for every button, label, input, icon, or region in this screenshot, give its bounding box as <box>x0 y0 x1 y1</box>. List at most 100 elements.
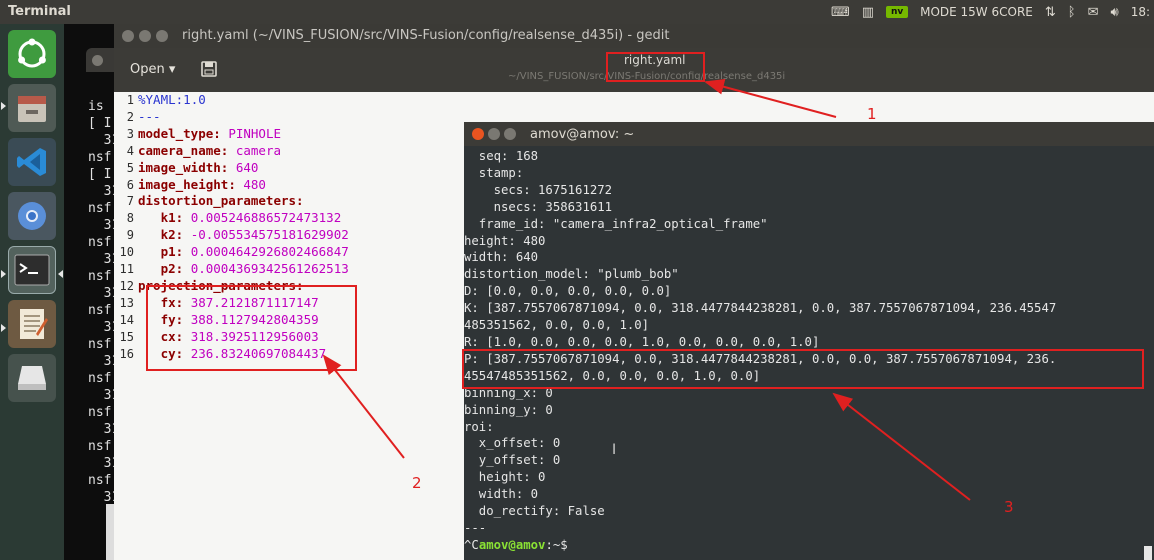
yaml-value: 640 <box>235 159 259 175</box>
open-button[interactable]: Open ▾ <box>124 58 181 82</box>
terminal-line: secs: 1675161272 <box>464 182 613 197</box>
terminal-line: do_rectify: False <box>464 504 605 519</box>
maximize-icon[interactable] <box>156 30 168 42</box>
prompt-interrupt: ^C <box>464 537 479 552</box>
line-number: 2 <box>126 109 134 124</box>
power-mode-indicator[interactable]: MODE 15W 6CORE <box>920 5 1033 19</box>
yaml-separator: : <box>175 227 191 243</box>
annotation-box-1 <box>606 52 705 82</box>
line-number: 10 <box>119 245 134 260</box>
code-line: 10 p1: 0.0004642926802466847 <box>114 244 349 261</box>
line-number: 6 <box>126 177 134 192</box>
prompt-user: amov@amov <box>478 537 546 552</box>
annotation-label-2: 2 <box>412 474 422 492</box>
line-number: 13 <box>119 295 134 310</box>
annotation-box-3 <box>462 349 1144 389</box>
yaml-value: 0.0004642926802466847 <box>190 244 349 260</box>
files-icon[interactable] <box>8 84 56 132</box>
terminal-prompt[interactable]: ^Camov@amov:~$ <box>464 537 1056 554</box>
minimize-icon[interactable] <box>139 30 151 42</box>
terminal-line: stamp: <box>464 165 524 180</box>
yaml-key: p2 <box>138 261 176 277</box>
code-line: 9 k2: -0.005534575181629902 <box>114 227 349 244</box>
network-icon[interactable]: ⇅ <box>1045 5 1056 20</box>
terminal-line: frame_id: "camera_infra2_optical_frame" <box>464 216 768 231</box>
close-icon[interactable] <box>122 30 134 42</box>
code-line: 7 distortion_parameters: <box>114 193 349 210</box>
terminal-window[interactable]: amov@amov: ~ seq: 168 stamp: secs: 16751… <box>464 122 1154 560</box>
terminal-line: nsecs: 358631611 <box>464 199 613 214</box>
code-line: 5 image_width: 640 <box>114 160 349 177</box>
vscode-icon[interactable] <box>8 138 56 186</box>
mail-icon[interactable]: ✉ <box>1088 5 1099 20</box>
line-number: 7 <box>126 194 134 209</box>
bluetooth-icon[interactable]: ᛒ <box>1068 5 1076 20</box>
line-number: 8 <box>126 211 134 226</box>
yaml-key: k1 <box>138 210 176 226</box>
terminal-line: width: 640 <box>464 250 539 265</box>
line-number: 5 <box>126 160 134 175</box>
yaml-separator: : <box>220 142 236 158</box>
yaml-value: 0.0004369342561262513 <box>190 261 349 277</box>
background-terminal-window[interactable]: is[ I 31 nsf[ I 31 nsf 31 nsf 31 nsf 31 nsf 3… <box>64 24 119 560</box>
yaml-value: PINHOLE <box>228 125 282 141</box>
monitor-icon[interactable]: ▥ <box>862 5 874 20</box>
line-number: 15 <box>119 329 134 344</box>
code-line: 2 --- <box>114 109 349 126</box>
yaml-value: 480 <box>243 176 266 192</box>
annotation-label-3: 3 <box>1004 498 1014 516</box>
terminal-line: binning_y: 0 <box>464 402 553 417</box>
yaml-key: p1 <box>138 244 176 260</box>
open-button-label: Open <box>130 62 165 77</box>
code-line: 8 k1: 0.005246886572473132 <box>114 210 349 227</box>
save-icon[interactable] <box>200 60 218 78</box>
line-number: 16 <box>119 346 134 361</box>
terminal-line: distortion_model: "plumb_bob" <box>464 267 679 282</box>
line-number: 1 <box>126 93 134 107</box>
yaml-key: %YAML <box>138 92 176 107</box>
terminal-title: amov@amov: ~ <box>530 127 635 142</box>
annotation-box-2 <box>146 285 357 371</box>
yaml-key: image_height <box>138 176 229 192</box>
yaml-key: camera_name <box>138 142 221 158</box>
close-icon[interactable] <box>472 128 484 140</box>
drive-icon[interactable] <box>8 354 56 402</box>
clock[interactable]: 18: <box>1131 5 1150 19</box>
terminal-line: --- <box>464 520 487 535</box>
yaml-separator: : <box>213 125 229 141</box>
yaml-value: 0.005246886572473132 <box>190 210 342 226</box>
terminal-line: roi: <box>464 419 494 434</box>
yaml-value: -0.005534575181629902 <box>190 227 349 243</box>
gedit-titlebar[interactable]: right.yaml (~/VINS_FUSION/src/VINS-Fusio… <box>114 24 1154 48</box>
volume-icon[interactable]: 🔊︎ <box>1110 5 1118 20</box>
yaml-value: camera <box>235 142 282 158</box>
ubuntu-icon[interactable] <box>8 30 56 78</box>
chevron-down-icon: ▾ <box>168 62 176 77</box>
chromium-icon[interactable] <box>8 192 56 240</box>
window-title: right.yaml (~/VINS_FUSION/src/VINS-Fusio… <box>182 28 670 43</box>
nvidia-icon[interactable]: nv <box>886 6 909 18</box>
text-editor-icon[interactable] <box>8 300 56 348</box>
yaml-separator: : <box>296 193 304 209</box>
system-tray: ⌨ ▥ nv MODE 15W 6CORE ⇅ ᛒ ✉ 🔊︎ 18: <box>831 0 1154 24</box>
yaml-separator: : <box>220 159 236 175</box>
keyboard-icon[interactable]: ⌨ <box>831 5 850 20</box>
terminal-icon[interactable] <box>8 246 56 294</box>
maximize-icon[interactable] <box>504 128 516 140</box>
yaml-value: 1.0 <box>183 92 206 107</box>
terminal-titlebar[interactable]: amov@amov: ~ <box>464 122 1154 146</box>
terminal-line: 485351562, 0.0, 0.0, 1.0] <box>464 318 650 333</box>
prompt-path: :~$ <box>545 537 568 552</box>
terminal-line: y_offset: 0 <box>464 453 561 468</box>
close-icon[interactable] <box>92 55 103 66</box>
scrollbar[interactable] <box>106 504 114 560</box>
yaml-key: image_width <box>138 159 221 175</box>
background-terminal-titlebar[interactable] <box>86 48 116 72</box>
minimize-icon[interactable] <box>488 128 500 140</box>
terminal-line: width: 0 <box>464 487 539 502</box>
terminal-line: x_offset: 0 <box>464 436 561 451</box>
scrollbar[interactable] <box>1144 546 1152 560</box>
yaml-separator: : <box>175 210 191 226</box>
yaml-separator: : <box>175 261 191 277</box>
top-panel: Terminal ⌨ ▥ nv MODE 15W 6CORE ⇅ ᛒ ✉ 🔊︎ … <box>0 0 1154 24</box>
